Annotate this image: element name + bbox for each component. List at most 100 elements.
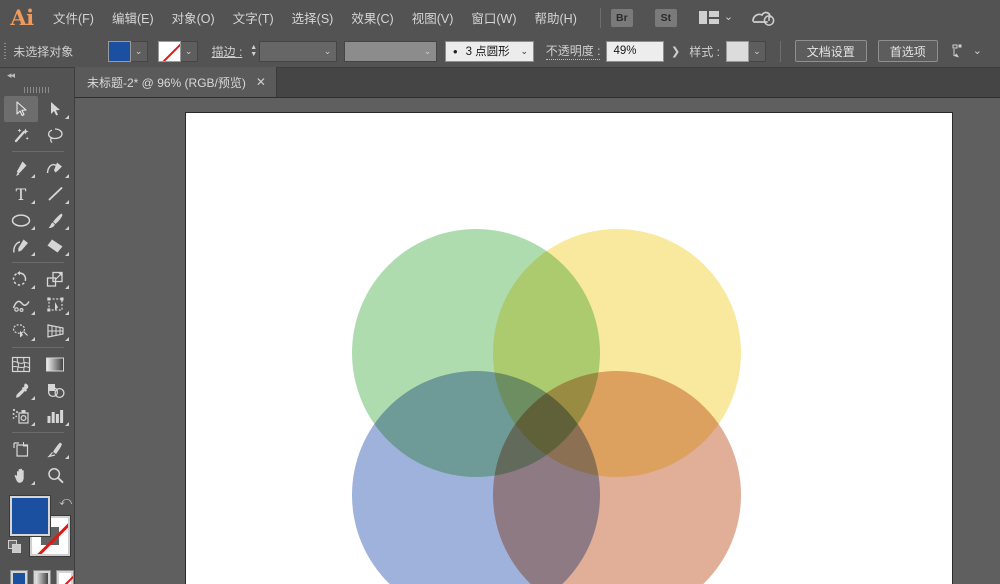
canvas-area[interactable] — [75, 98, 1000, 584]
brush-chevron-down-icon[interactable]: ⌄ — [516, 46, 533, 57]
stroke-weight-chevron-down-icon[interactable]: ⌄ — [319, 46, 336, 57]
menu-effect[interactable]: 效果(C) — [342, 0, 402, 35]
flat-color-icon[interactable] — [10, 570, 28, 584]
tool-direct-selection[interactable] — [38, 96, 72, 122]
tool-shaper[interactable] — [4, 233, 38, 259]
chevron-down-icon[interactable]: ⌄ — [724, 12, 733, 23]
tool-submenu-indicator[interactable] — [31, 481, 35, 485]
menu-object[interactable]: 对象(O) — [163, 0, 224, 35]
tool-mesh[interactable] — [4, 351, 38, 377]
tool-width[interactable] — [4, 292, 38, 318]
tool-gradient[interactable] — [38, 351, 72, 377]
stroke-chevron-down-icon[interactable]: ⌄ — [180, 40, 198, 62]
tool-pen[interactable] — [4, 155, 38, 181]
artboard[interactable] — [186, 113, 952, 584]
tool-submenu-indicator[interactable] — [31, 174, 35, 178]
tool-hand[interactable] — [4, 462, 38, 488]
swap-fill-stroke-icon[interactable]: ⤺ — [59, 494, 72, 509]
opacity-more-icon[interactable]: ❯ — [664, 45, 687, 58]
tool-submenu-indicator[interactable] — [65, 115, 69, 119]
stroke-swatch-none-icon[interactable] — [157, 40, 181, 62]
stroke-profile-chevron-down-icon[interactable]: ⌄ — [419, 46, 436, 57]
tool-submenu-indicator[interactable] — [31, 422, 35, 426]
control-bar-grip[interactable] — [0, 35, 9, 68]
align-chevron-down-icon[interactable]: ⌄ — [973, 45, 982, 57]
document-setup-button[interactable]: 文档设置 — [794, 40, 867, 62]
stroke-profile-combo[interactable]: ⌄ — [344, 40, 438, 62]
align-to-selection-icon[interactable] — [952, 44, 969, 59]
tool-perspective-grid[interactable] — [38, 318, 72, 344]
tool-ellipse[interactable] — [4, 207, 38, 233]
menu-file[interactable]: 文件(F) — [44, 0, 103, 35]
tool-free-transform[interactable] — [38, 292, 72, 318]
collapse-panel-icon[interactable]: ◂◂ — [0, 68, 74, 83]
tools-panel-grip[interactable] — [0, 83, 74, 96]
tool-submenu-indicator[interactable] — [65, 252, 69, 256]
document-tab[interactable]: 未标题-2* @ 96% (RGB/预览) ✕ — [75, 67, 277, 97]
tool-rotate[interactable] — [4, 266, 38, 292]
tool-submenu-indicator[interactable] — [31, 396, 35, 400]
tool-curvature[interactable] — [38, 155, 72, 181]
tool-magic-wand[interactable] — [4, 122, 38, 148]
stock-button[interactable]: St — [654, 8, 677, 27]
gradient-swatch-icon[interactable] — [33, 570, 51, 584]
tool-submenu-indicator[interactable] — [31, 311, 35, 315]
tool-symbol-sprayer[interactable] — [4, 403, 38, 429]
stroke-weight-stepper[interactable]: ▲ ▼ — [248, 41, 259, 62]
tool-line-segment[interactable] — [38, 181, 72, 207]
venn-diagram-artwork[interactable] — [186, 113, 952, 584]
tool-submenu-indicator[interactable] — [31, 226, 35, 230]
tool-slice[interactable] — [38, 436, 72, 462]
fill-swatch[interactable] — [107, 40, 131, 62]
tool-zoom[interactable] — [38, 462, 72, 488]
tool-column-graph[interactable] — [38, 403, 72, 429]
tool-submenu-indicator[interactable] — [31, 337, 35, 341]
tool-shape-builder[interactable] — [4, 318, 38, 344]
tool-submenu-indicator[interactable] — [65, 174, 69, 178]
tool-submenu-indicator[interactable] — [65, 337, 69, 341]
creative-cloud-icon[interactable] — [751, 9, 775, 27]
tool-submenu-indicator[interactable] — [65, 226, 69, 230]
tool-submenu-indicator[interactable] — [31, 200, 35, 204]
tool-eyedropper[interactable] — [4, 377, 38, 403]
fill-color-swatch[interactable] — [9, 495, 51, 537]
stroke-swatch-control[interactable]: ⌄ — [157, 40, 198, 62]
graphic-style-swatch[interactable] — [725, 40, 749, 62]
menu-type[interactable]: 文字(T) — [224, 0, 283, 35]
tool-submenu-indicator[interactable] — [65, 311, 69, 315]
tool-submenu-indicator[interactable] — [65, 285, 69, 289]
menu-help[interactable]: 帮助(H) — [526, 0, 586, 35]
bridge-button[interactable]: Br — [610, 8, 633, 27]
menu-select[interactable]: 选择(S) — [283, 0, 343, 35]
tool-submenu-indicator[interactable] — [31, 252, 35, 256]
fill-swatch-control[interactable]: ⌄ — [107, 40, 148, 62]
tool-blend[interactable] — [38, 377, 72, 403]
stroke-weight-label[interactable]: 描边 : — [212, 43, 243, 60]
tool-paintbrush[interactable] — [38, 207, 72, 233]
preferences-button[interactable]: 首选项 — [877, 40, 938, 62]
brush-definition-combo[interactable]: • 3 点圆形 ⌄ — [445, 40, 534, 62]
none-swatch-icon[interactable] — [56, 570, 74, 584]
tool-submenu-indicator[interactable] — [65, 422, 69, 426]
tool-submenu-indicator[interactable] — [31, 285, 35, 289]
opacity-field[interactable]: 49% — [606, 40, 665, 62]
tool-selection[interactable] — [4, 96, 38, 122]
tool-submenu-indicator[interactable] — [65, 455, 69, 459]
fill-chevron-down-icon[interactable]: ⌄ — [130, 40, 148, 62]
menu-edit[interactable]: 编辑(E) — [103, 0, 163, 35]
stroke-weight-combo[interactable]: ⌄ — [259, 40, 338, 62]
close-icon[interactable]: ✕ — [256, 76, 266, 88]
tool-submenu-indicator[interactable] — [65, 200, 69, 204]
menu-view[interactable]: 视图(V) — [403, 0, 463, 35]
default-fill-stroke-icon[interactable] — [8, 540, 23, 555]
workspace-switcher-icon[interactable] — [698, 11, 719, 24]
tool-scale[interactable] — [38, 266, 72, 292]
tool-type[interactable]: T — [4, 181, 38, 207]
opacity-label[interactable]: 不透明度 : — [545, 42, 601, 60]
style-chevron-down-icon[interactable]: ⌄ — [748, 40, 766, 62]
tool-eraser[interactable] — [38, 233, 72, 259]
menu-window[interactable]: 窗口(W) — [462, 0, 525, 35]
tool-artboard[interactable] — [4, 436, 38, 462]
tool-lasso[interactable] — [38, 122, 72, 148]
graphic-style-control[interactable]: ⌄ — [725, 40, 766, 62]
